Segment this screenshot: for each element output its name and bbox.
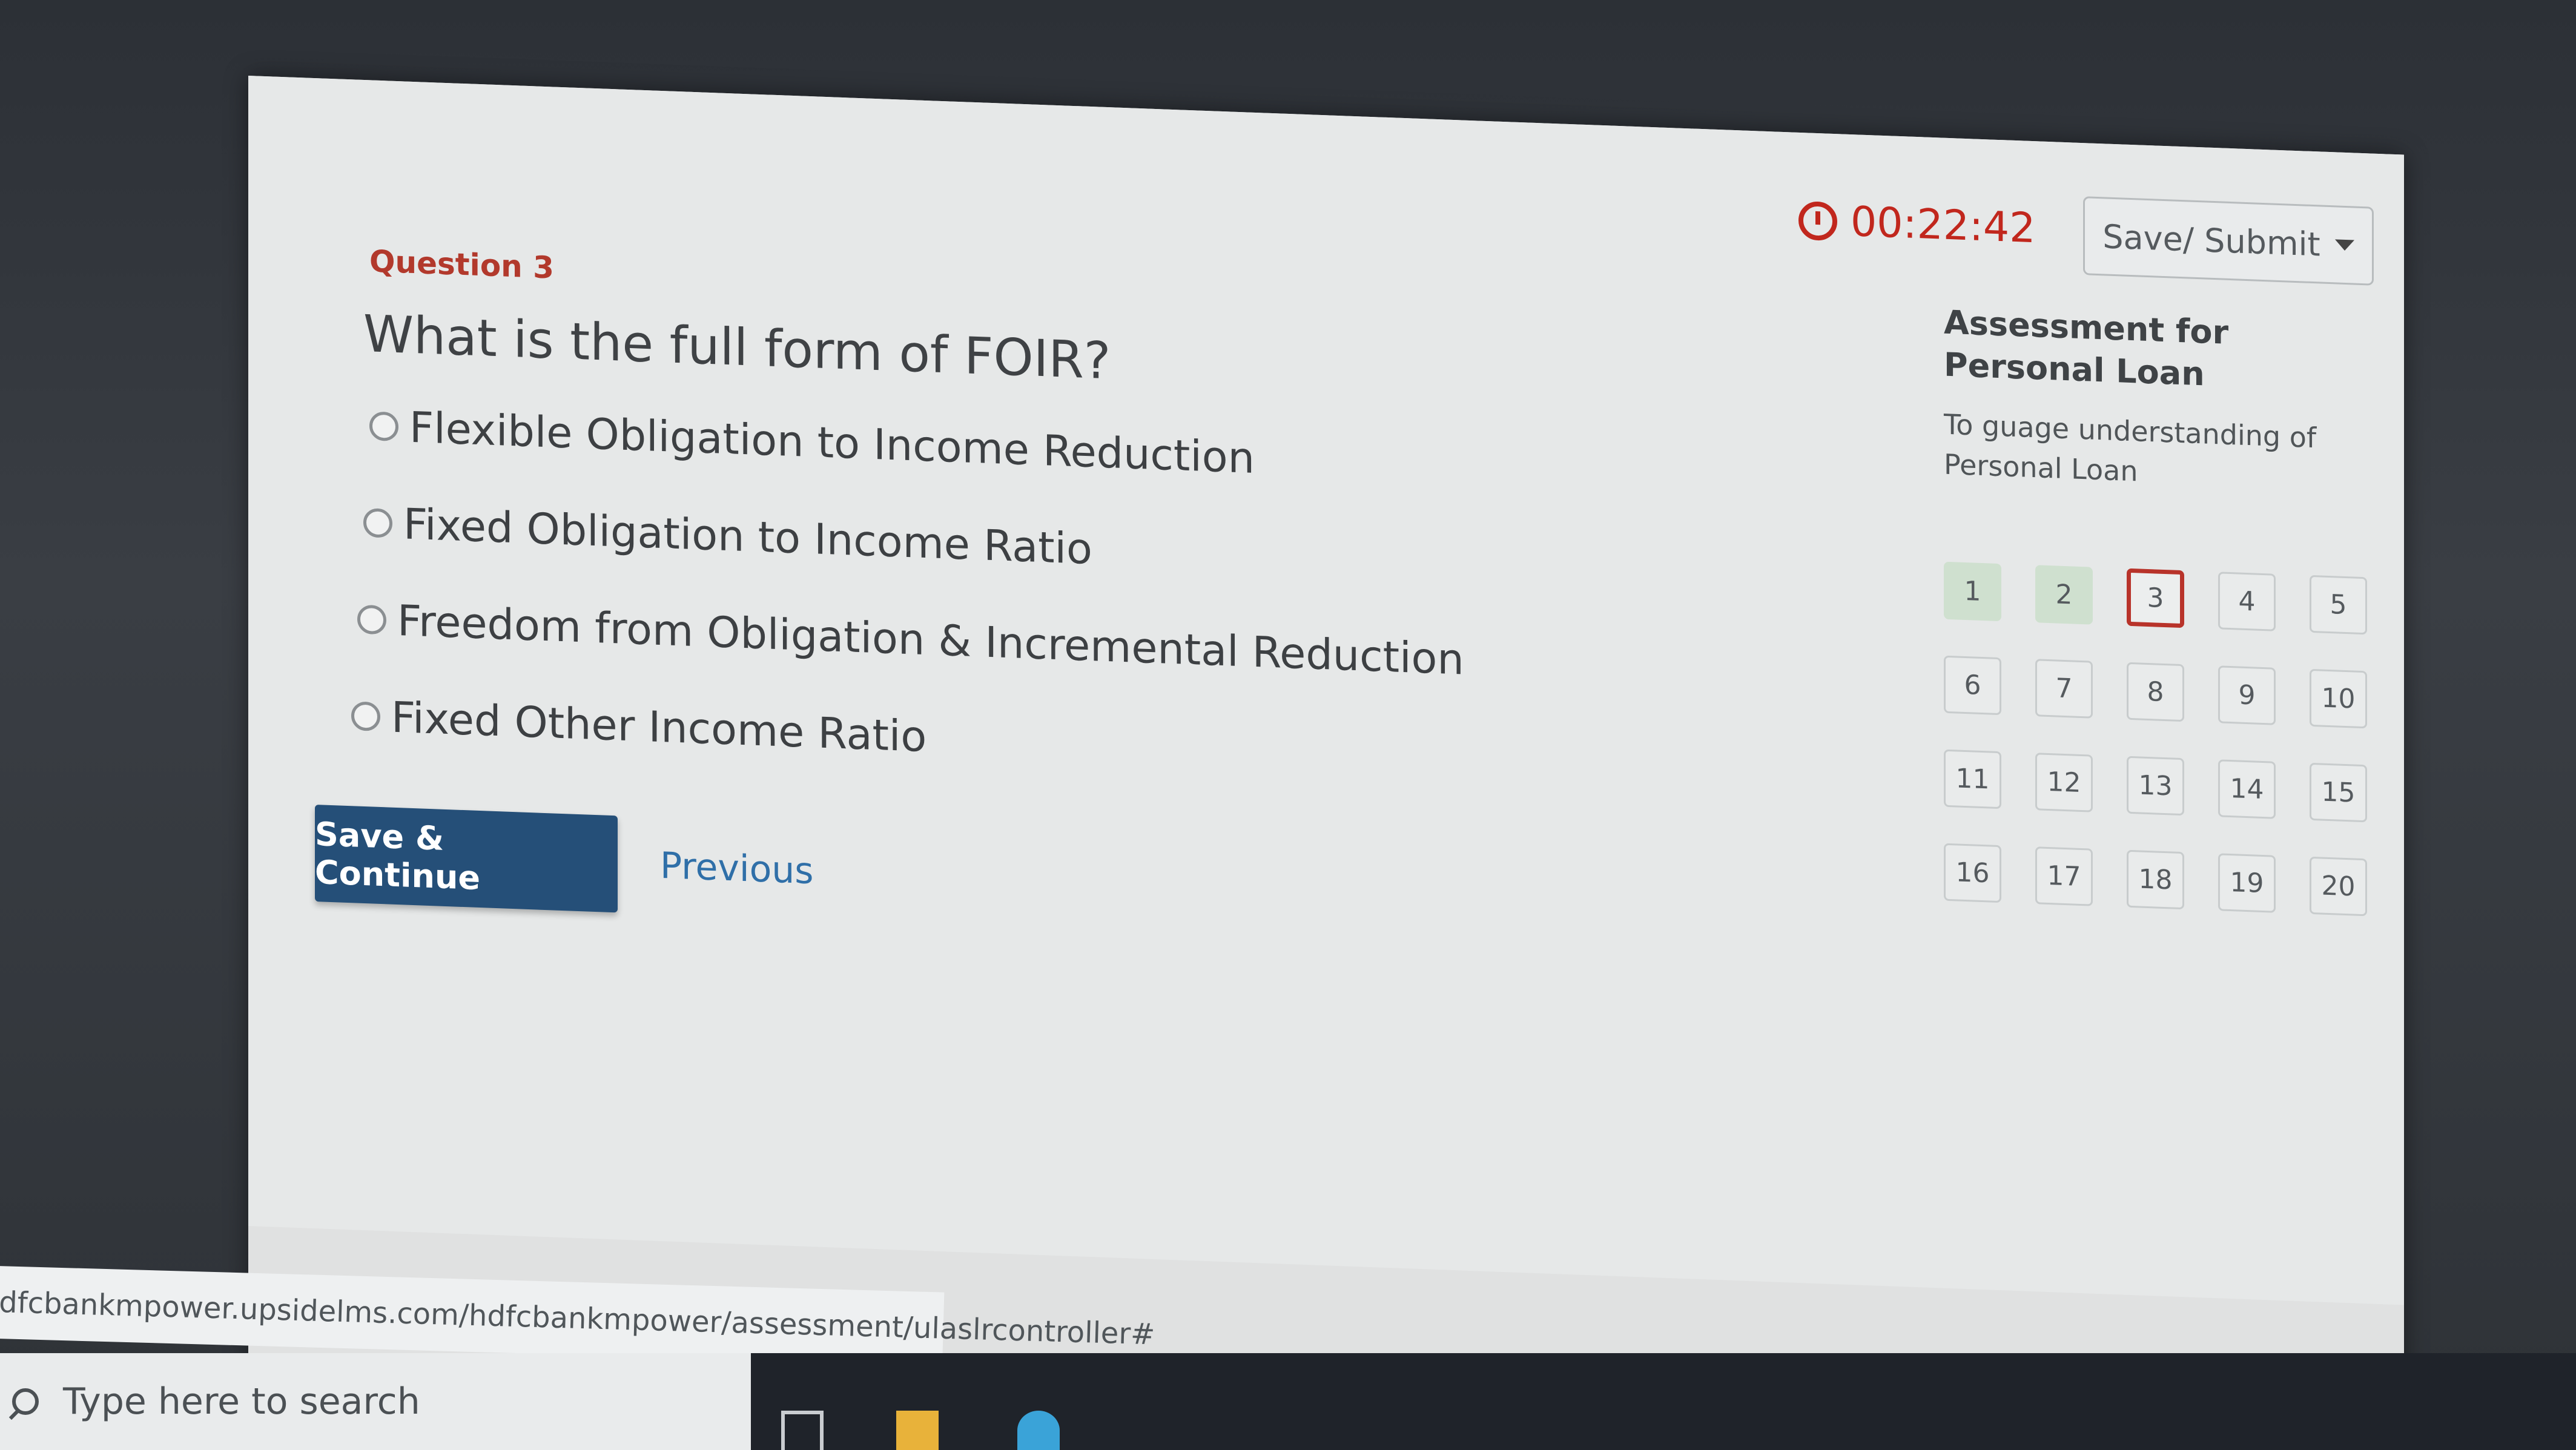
- question-number: Question 3: [369, 243, 554, 286]
- question-nav-20[interactable]: 20: [2310, 856, 2367, 917]
- browser-icon[interactable]: [1017, 1411, 1060, 1450]
- option-1[interactable]: Flexible Obligation to Income Reduction: [369, 401, 1255, 483]
- monitor-screen: 00:22:42 Save/ Submit Question 3 What is…: [248, 76, 2404, 1445]
- taskbar-search[interactable]: Type here to search: [0, 1353, 751, 1450]
- clock-icon: [1798, 200, 1837, 241]
- option-4[interactable]: Fixed Other Income Ratio: [351, 691, 926, 762]
- question-nav-15[interactable]: 15: [2310, 762, 2367, 823]
- question-nav-11[interactable]: 11: [1944, 749, 2001, 809]
- question-nav-9[interactable]: 9: [2218, 665, 2276, 725]
- previous-link[interactable]: Previous: [660, 845, 814, 892]
- question-nav-14[interactable]: 14: [2218, 759, 2276, 819]
- question-nav-12[interactable]: 12: [2035, 753, 2093, 812]
- option-label: Fixed Other Income Ratio: [391, 692, 927, 762]
- question-navigator: 1 2 3 4 5 6 7 8 9 10 11 12 13 14 15 16 17 18 19 20: [1944, 561, 2368, 917]
- radio-button[interactable]: [351, 701, 380, 731]
- question-nav-10[interactable]: 10: [2310, 668, 2367, 729]
- save-submit-label: Save/ Submit: [2102, 217, 2320, 263]
- option-label: Freedom from Obligation & Incremental Re…: [397, 596, 1464, 685]
- question-nav-8[interactable]: 8: [2127, 662, 2184, 722]
- question-nav-4[interactable]: 4: [2218, 572, 2276, 631]
- radio-button[interactable]: [357, 604, 386, 635]
- search-placeholder: Type here to search: [63, 1380, 420, 1423]
- question-nav-2[interactable]: 2: [2035, 565, 2093, 625]
- option-label: Fixed Obligation to Income Ratio: [403, 499, 1092, 575]
- option-3[interactable]: Freedom from Obligation & Incremental Re…: [357, 595, 1464, 685]
- assessment-title: Assessment for Personal Loan: [1944, 303, 2229, 394]
- question-nav-16[interactable]: 16: [1944, 843, 2001, 903]
- question-nav-13[interactable]: 13: [2127, 756, 2184, 816]
- caret-down-icon: [2334, 239, 2354, 251]
- question-nav-19[interactable]: 19: [2218, 853, 2276, 913]
- radio-button[interactable]: [369, 411, 398, 442]
- radio-button[interactable]: [363, 507, 392, 538]
- assessment-page: 00:22:42 Save/ Submit Question 3 What is…: [248, 76, 2404, 1305]
- option-2[interactable]: Fixed Obligation to Income Ratio: [363, 498, 1092, 574]
- assessment-description: To guage understanding of Personal Loan: [1944, 407, 2317, 488]
- save-submit-dropdown[interactable]: Save/ Submit: [2083, 196, 2374, 286]
- option-label: Flexible Obligation to Income Reduction: [409, 402, 1255, 483]
- timer-value: 00:22:42: [1851, 198, 2036, 253]
- question-nav-18[interactable]: 18: [2127, 849, 2184, 910]
- file-explorer-icon[interactable]: [896, 1411, 939, 1450]
- question-nav-6[interactable]: 6: [1944, 655, 2001, 716]
- timer: 00:22:42: [1798, 196, 2035, 252]
- search-icon: [12, 1388, 39, 1415]
- task-view-icon[interactable]: [781, 1411, 824, 1450]
- question-nav-7[interactable]: 7: [2035, 659, 2093, 719]
- save-continue-button[interactable]: Save & Continue: [315, 805, 618, 913]
- question-text: What is the full form of FOIR?: [363, 303, 1111, 391]
- question-nav-17[interactable]: 17: [2035, 846, 2093, 906]
- question-nav-5[interactable]: 5: [2310, 575, 2367, 635]
- question-nav-3[interactable]: 3: [2127, 568, 2184, 628]
- question-nav-1[interactable]: 1: [1944, 561, 2001, 622]
